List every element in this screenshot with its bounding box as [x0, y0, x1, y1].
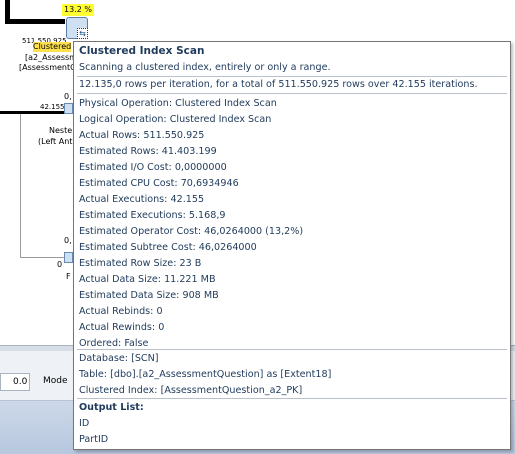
object-label: Database:: [79, 353, 129, 364]
property-row: Estimated Operator Cost: 46,0264000 (13,…: [79, 224, 509, 240]
object-row: Clustered Index: [AssessmentQuestion_a2_…: [79, 383, 509, 399]
plan-edge: [20, 114, 21, 258]
object-list: Database: [SCN] Table: [dbo].[a2_Assessm…: [79, 351, 509, 399]
output-column: ID: [79, 418, 90, 429]
plan-node-name: Clustered: [33, 42, 72, 52]
tooltip-description: Scanning a clustered index, entirely or …: [79, 62, 331, 73]
property-value: 908 MB: [182, 290, 219, 301]
operator-tooltip: Clustered Index Scan Scanning a clustere…: [73, 41, 511, 450]
property-value: 23 B: [179, 258, 202, 269]
zero-label: 0: [57, 260, 63, 269]
property-row: Actual Rebinds: 0: [79, 304, 509, 320]
output-list: Output List: ID PartID: [79, 400, 509, 448]
object-row: Database: [SCN]: [79, 351, 509, 367]
divider: [77, 398, 507, 399]
property-label: Estimated Subtree Cost:: [79, 242, 196, 253]
cost-percent-badge: 13.2 %: [62, 4, 94, 16]
plan-node-label: F: [66, 272, 71, 281]
property-row: Actual Rows: 511.550.925: [79, 128, 509, 144]
property-label: Actual Rebinds:: [79, 306, 154, 317]
property-label: Actual Data Size:: [79, 274, 161, 285]
property-label: Logical Operation:: [79, 114, 167, 125]
plan-edge-thick: [5, 19, 65, 24]
plan-edge: [0, 111, 73, 114]
property-row: Logical Operation: Clustered Index Scan: [79, 112, 509, 128]
property-label: Estimated CPU Cost:: [79, 178, 178, 189]
property-value: 70,6934946: [180, 178, 239, 189]
property-row: Actual Rewinds: 0: [79, 320, 509, 336]
property-row: Estimated I/O Cost: 0,0000000: [79, 160, 509, 176]
object-label: Table:: [79, 369, 108, 380]
property-value: 46,0264000: [198, 242, 257, 253]
property-label: Estimated Row Size:: [79, 258, 177, 269]
plan-node-icon[interactable]: [64, 252, 73, 263]
property-value: Clustered Index Scan: [175, 98, 277, 109]
property-label: Actual Executions:: [79, 194, 168, 205]
zero-label: 0,: [64, 236, 72, 245]
nested-loops-sub: (Left Ant: [38, 137, 73, 146]
selection-marker-icon: ⇆: [77, 28, 88, 39]
property-row: Estimated Executions: 5.168,9: [79, 208, 509, 224]
property-label: Estimated Rows:: [79, 146, 159, 157]
object-row: Table: [dbo].[a2_AssessmentQuestion] as …: [79, 367, 509, 383]
property-label: Estimated Data Size:: [79, 290, 180, 301]
property-value: 0: [158, 322, 165, 333]
property-row: Physical Operation: Clustered Index Scan: [79, 96, 509, 112]
property-value: 42.155: [170, 194, 205, 205]
property-label: Estimated Executions:: [79, 210, 186, 221]
divider: [77, 93, 507, 94]
zoom-field[interactable]: 0.0: [0, 373, 30, 391]
zero-label: 0,: [64, 92, 72, 101]
object-value: [SCN]: [131, 353, 159, 364]
property-value: False: [124, 338, 149, 349]
property-label: Estimated Operator Cost:: [79, 226, 202, 237]
property-value: 11.221 MB: [164, 274, 216, 285]
tooltip-title: Clustered Index Scan: [79, 45, 205, 57]
property-label: Actual Rewinds:: [79, 322, 156, 333]
property-value: 511.550.925: [143, 130, 205, 141]
property-label: Physical Operation:: [79, 98, 173, 109]
mode-label: Mode: [43, 376, 68, 386]
object-label: Clustered Index:: [79, 385, 158, 396]
plan-node-table: [a2_Assessm: [25, 53, 77, 62]
property-row: Estimated Row Size: 23 B: [79, 256, 509, 272]
property-label: Ordered:: [79, 338, 122, 349]
property-value: 41.403.199: [161, 146, 217, 157]
output-list-title: Output List:: [79, 402, 144, 413]
nested-loops-icon[interactable]: [64, 103, 73, 114]
property-row: Estimated Rows: 41.403.199: [79, 144, 509, 160]
property-value: 0,0000000: [174, 162, 227, 173]
property-value: 0: [156, 306, 163, 317]
output-column: PartID: [79, 434, 109, 445]
property-value: Clustered Index Scan: [169, 114, 272, 125]
property-label: Estimated I/O Cost:: [79, 162, 172, 173]
nested-loops-label: Neste: [49, 126, 73, 135]
property-row: Actual Executions: 42.155: [79, 192, 509, 208]
plan-node-index: [AssessmentQ: [19, 63, 77, 72]
object-value: [dbo].[a2_AssessmentQuestion] as [Extent…: [110, 369, 332, 380]
tooltip-summary: 12.135,0 rows per iteration, for a total…: [79, 79, 478, 90]
property-row: Estimated Data Size: 908 MB: [79, 288, 509, 304]
plan-edge: [20, 257, 65, 258]
object-value: [AssessmentQuestion_a2_PK]: [160, 385, 303, 396]
divider: [77, 76, 507, 77]
property-row: Actual Data Size: 11.221 MB: [79, 272, 509, 288]
divider: [77, 349, 507, 350]
property-list: Physical Operation: Clustered Index Scan…: [79, 96, 509, 352]
property-value: 46,0264000 (13,2%): [204, 226, 304, 237]
property-row: Estimated CPU Cost: 70,6934946: [79, 176, 509, 192]
clustered-index-scan-icon[interactable]: ⇆: [66, 17, 88, 39]
property-row: Estimated Subtree Cost: 46,0264000: [79, 240, 509, 256]
property-value: 5.168,9: [188, 210, 226, 221]
property-label: Actual Rows:: [79, 130, 141, 141]
